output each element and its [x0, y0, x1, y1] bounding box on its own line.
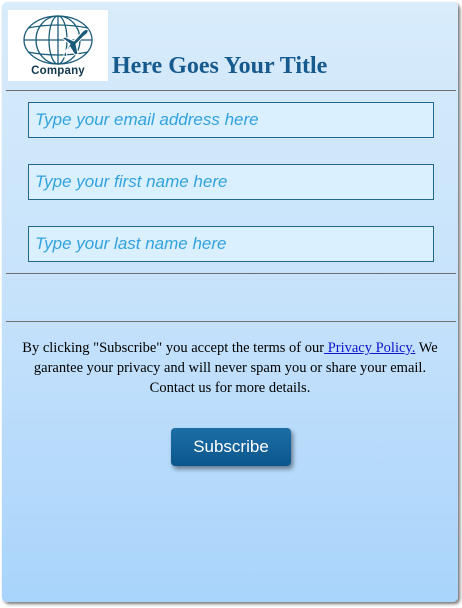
header-divider: [6, 90, 456, 91]
terms-text: By clicking "Subscribe" you accept the t…: [10, 338, 450, 398]
terms-divider: [6, 321, 456, 322]
logo-text: Company: [31, 65, 85, 77]
company-logo: Company: [8, 10, 108, 81]
terms-text-before: By clicking "Subscribe" you accept the t…: [22, 340, 325, 356]
privacy-policy-link[interactable]: Privacy Policy.: [324, 340, 416, 356]
page-title: Here Goes Your Title: [112, 53, 328, 79]
fields-divider: [6, 273, 456, 274]
email-field[interactable]: [28, 102, 434, 138]
subscribe-button[interactable]: Subscribe: [171, 428, 291, 466]
last-name-field[interactable]: [28, 226, 434, 262]
globe-airplane-icon: [23, 15, 93, 65]
first-name-field[interactable]: [28, 164, 434, 200]
subscribe-form-panel: Company Here Goes Your Title By clicking…: [2, 2, 458, 602]
